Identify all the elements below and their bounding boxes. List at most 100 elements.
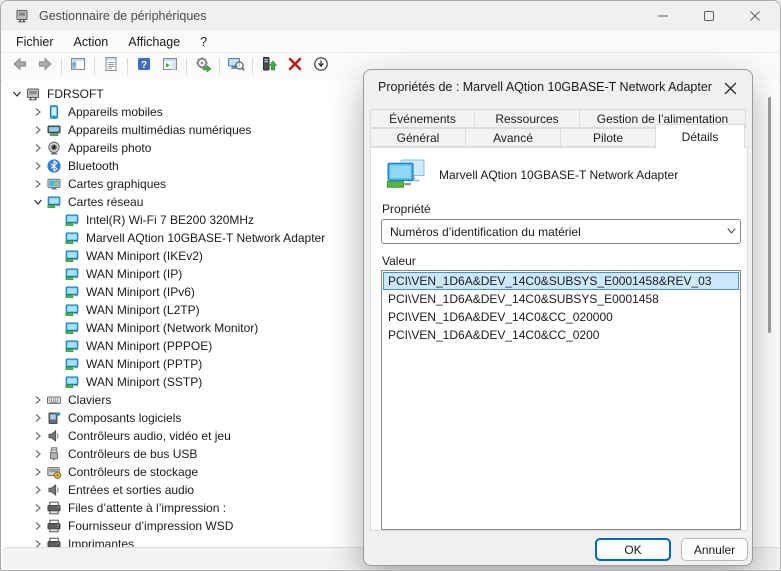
- tree-item-label: WAN Miniport (IPv6): [86, 285, 195, 299]
- update-driver-button[interactable]: [256, 56, 282, 78]
- toolbar-divider: [219, 58, 220, 75]
- tree-expand-chevron-icon[interactable]: [29, 446, 46, 462]
- ok-button[interactable]: OK: [595, 538, 671, 561]
- show-console-tree-button[interactable]: [65, 56, 91, 78]
- value-item[interactable]: PCI\VEN_1D6A&DEV_14C0&SUBSYS_E0001458: [383, 290, 739, 308]
- mobile-device-icon: [46, 104, 62, 120]
- toolbar-divider: [61, 58, 62, 75]
- disable-device-button[interactable]: [308, 56, 334, 78]
- network-adapter-icon: [64, 356, 80, 372]
- tree-item-label: Contrôleurs de bus USB: [68, 447, 197, 461]
- device-manager-icon: [14, 8, 30, 24]
- camera-icon: [46, 140, 62, 156]
- tree-collapse-chevron-icon[interactable]: [8, 86, 25, 102]
- maximize-button[interactable]: [686, 1, 732, 31]
- tree-scrollbar[interactable]: [768, 97, 771, 333]
- tree-expand-chevron-icon[interactable]: [29, 392, 46, 408]
- menu-item-aide[interactable]: ?: [190, 33, 217, 51]
- properties-dialog: Propriétés de : Marvell AQtion 10GBASE-T…: [363, 69, 753, 566]
- network-adapter-icon: [64, 338, 80, 354]
- dialog-close-button[interactable]: [717, 77, 743, 99]
- close-icon: [749, 10, 761, 22]
- display-adapter-icon: [46, 176, 62, 192]
- tree-item-label: WAN Miniport (PPPOE): [86, 339, 212, 353]
- forward-button[interactable]: [32, 56, 58, 78]
- tab-ressources[interactable]: Ressources: [474, 109, 580, 128]
- audio-io-icon: [46, 482, 62, 498]
- network-adapter-icon: [64, 212, 80, 228]
- tree-expand-chevron-icon[interactable]: [29, 176, 46, 192]
- tree-item-label: Files d’attente à l’impression :: [68, 501, 226, 515]
- tree-expand-chevron-icon[interactable]: [29, 104, 46, 120]
- value-label: Valeur: [382, 254, 416, 268]
- tree-expand-chevron-icon[interactable]: [29, 410, 46, 426]
- tree-item-label: Contrôleurs audio, vidéo et jeu: [68, 429, 231, 443]
- tree-item-label: WAN Miniport (SSTP): [86, 375, 202, 389]
- keyboard-icon: [46, 392, 62, 408]
- tree-item-label: Intel(R) Wi-Fi 7 BE200 320MHz: [86, 213, 254, 227]
- network-adapter-icon: [64, 284, 80, 300]
- search-computer-icon: [227, 56, 245, 77]
- uninstall-icon: [287, 56, 303, 77]
- value-list: PCI\VEN_1D6A&DEV_14C0&SUBSYS_E0001458&RE…: [381, 270, 741, 530]
- uninstall-device-button[interactable]: [282, 56, 308, 78]
- close-button[interactable]: [732, 1, 778, 31]
- tree-item-label: WAN Miniport (IKEv2): [86, 249, 203, 263]
- search-computer-button[interactable]: [223, 56, 249, 78]
- tree-collapse-chevron-icon[interactable]: [29, 194, 46, 210]
- value-item[interactable]: PCI\VEN_1D6A&DEV_14C0&SUBSYS_E0001458&RE…: [383, 272, 739, 290]
- software-component-icon: [46, 410, 62, 426]
- tab-row-front: GénéralAvancéPiloteDétails: [370, 128, 748, 148]
- arrow-left-icon: [11, 56, 28, 77]
- computer-icon: [25, 86, 41, 102]
- tree-expand-chevron-icon[interactable]: [29, 428, 46, 444]
- printer-icon: [46, 518, 62, 534]
- network-adapter-icon: [46, 194, 62, 210]
- network-adapter-icon: [64, 248, 80, 264]
- tab-pilote[interactable]: Pilote: [560, 128, 656, 147]
- tree-expand-chevron-icon[interactable]: [29, 464, 46, 480]
- window-controls: [640, 1, 778, 31]
- tree-expand-chevron-icon[interactable]: [29, 482, 46, 498]
- device-name: Marvell AQtion 10GBASE-T Network Adapter: [439, 168, 678, 182]
- toolbar-divider: [127, 58, 128, 75]
- tree-expand-chevron-icon[interactable]: [29, 140, 46, 156]
- minimize-icon: [657, 10, 669, 22]
- tab-evenements[interactable]: Événements: [370, 109, 475, 128]
- network-adapter-icon: [64, 374, 80, 390]
- tree-item-label: FDRSOFT: [47, 87, 104, 101]
- tree-item-label: Fournisseur d’impression WSD: [68, 519, 233, 533]
- dialog-title: Propriétés de : Marvell AQtion 10GBASE-T…: [378, 80, 712, 94]
- tree-item-label: WAN Miniport (IP): [86, 267, 182, 281]
- value-item[interactable]: PCI\VEN_1D6A&DEV_14C0&CC_0200: [383, 326, 739, 344]
- usb-controller-icon: [46, 446, 62, 462]
- minimize-button[interactable]: [640, 1, 686, 31]
- property-select[interactable]: Numéros d’identification du matériel: [381, 219, 741, 244]
- toolbar-divider: [252, 58, 253, 75]
- network-adapter-icon: [64, 230, 80, 246]
- cancel-button[interactable]: Annuler: [681, 538, 748, 561]
- tab-avance[interactable]: Avancé: [465, 128, 561, 147]
- tree-expand-chevron-icon[interactable]: [29, 500, 46, 516]
- tree-item-label: Appareils mobiles: [68, 105, 163, 119]
- action-pane-button[interactable]: [157, 56, 183, 78]
- menu-item-fichier[interactable]: Fichier: [6, 33, 64, 51]
- help-button[interactable]: ?: [131, 56, 157, 78]
- menu-item-action[interactable]: Action: [64, 33, 119, 51]
- scan-hardware-changes-button[interactable]: [190, 56, 216, 78]
- network-adapter-icon: [385, 158, 427, 197]
- svg-text:?: ?: [141, 60, 147, 71]
- menu-item-affichage[interactable]: Affichage: [118, 33, 190, 51]
- tree-expand-chevron-icon[interactable]: [29, 158, 46, 174]
- update-driver-icon: [261, 56, 277, 77]
- tab-control: ÉvénementsRessourcesGestion de l’aliment…: [370, 109, 748, 148]
- tree-item-label: Appareils photo: [68, 141, 151, 155]
- tree-expand-chevron-icon[interactable]: [29, 518, 46, 534]
- properties-button[interactable]: [98, 56, 124, 78]
- back-button[interactable]: [6, 56, 32, 78]
- tab-details[interactable]: Détails: [655, 124, 745, 148]
- tree-expand-chevron-icon[interactable]: [29, 122, 46, 138]
- tab-general[interactable]: Général: [370, 128, 466, 147]
- maximize-icon: [703, 10, 715, 22]
- value-item[interactable]: PCI\VEN_1D6A&DEV_14C0&CC_020000: [383, 308, 739, 326]
